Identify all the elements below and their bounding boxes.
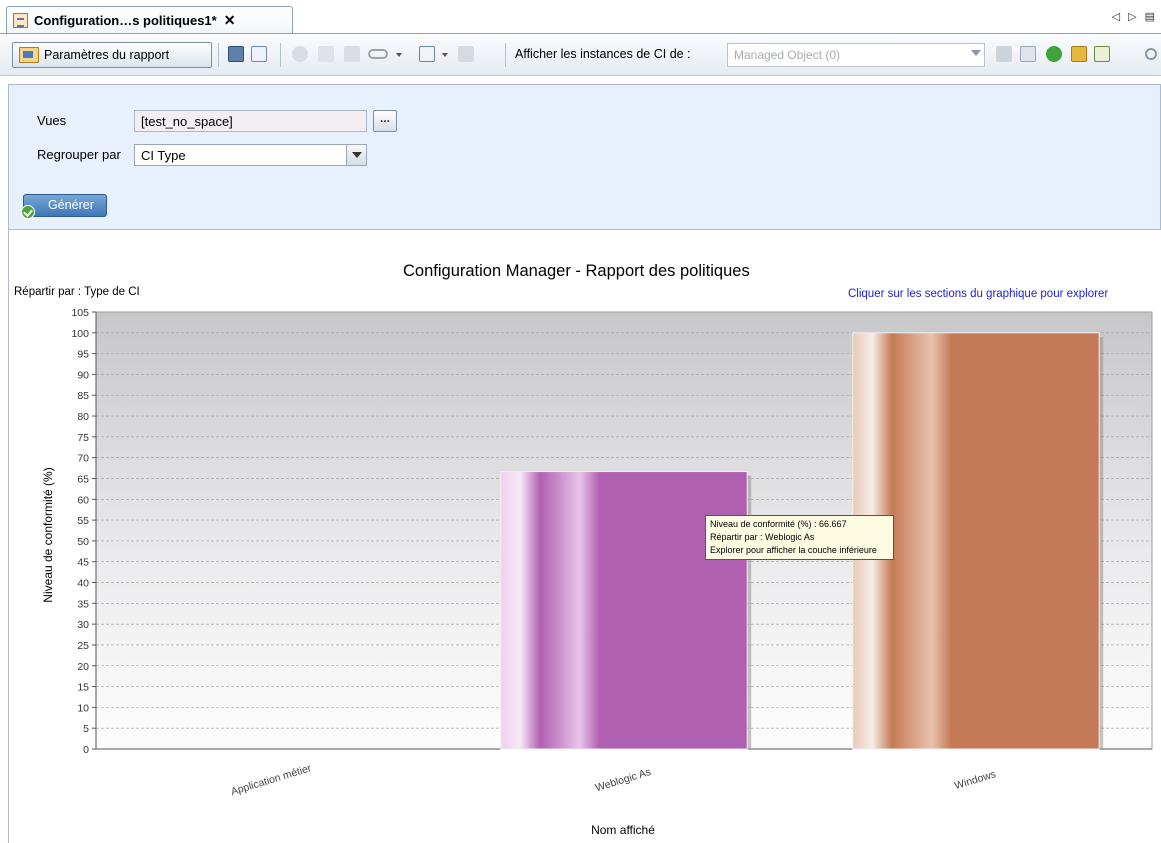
y-tick-label: 75 (77, 432, 89, 444)
tab-navigation: ◁ ▷ ▤ (1112, 10, 1155, 23)
y-tick-label: 65 (77, 473, 89, 485)
parameters-icon (19, 47, 39, 63)
group-by-label: Regrouper par (37, 147, 121, 162)
views-field[interactable]: [test_no_space] (134, 110, 367, 132)
chart-breakdown: Répartir par : Type de CI (14, 286, 140, 298)
chevron-down-icon (971, 50, 981, 56)
scroll-right-icon[interactable]: ▷ (1128, 10, 1136, 23)
instances-combo-value: Managed Object (0) (734, 48, 841, 62)
close-icon[interactable]: ✕ (224, 12, 236, 29)
sort-icon[interactable] (1094, 46, 1110, 62)
x-axis-title: Nom affiché (591, 823, 655, 837)
group-by-value: CI Type (141, 148, 186, 163)
tab-list-icon[interactable]: ▤ (1145, 10, 1155, 23)
tooltip-line-explore: Explorer pour afficher la couche inférie… (710, 545, 877, 555)
schedule-icon[interactable] (292, 46, 308, 62)
x-tick-label: Application métier (229, 762, 313, 798)
y-tick-label: 10 (77, 702, 89, 714)
x-tick-label: Weblogic As (594, 766, 653, 794)
drill-hint: Cliquer sur les sections du graphique po… (848, 288, 1109, 300)
report-parameters-label: Paramètres du rapport (44, 48, 170, 62)
link-dropdown-icon[interactable] (396, 53, 402, 57)
report-doc-icon (13, 13, 28, 28)
y-tick-label: 35 (77, 598, 89, 610)
y-tick-label: 20 (77, 661, 89, 673)
y-tick-label: 50 (77, 536, 89, 548)
generate-button[interactable]: Générer (21, 194, 107, 219)
email-icon[interactable] (318, 46, 334, 62)
toolbar-separator (505, 43, 506, 67)
report-parameters-button[interactable]: Paramètres du rapport (12, 42, 212, 68)
tab-report[interactable]: Configuration…s politiques1* ✕ (6, 6, 293, 34)
views-label: Vues (37, 113, 67, 128)
export-dropdown-icon[interactable] (442, 53, 448, 57)
y-tick-label: 15 (77, 682, 89, 694)
toolbar: Paramètres du rapport Afficher les insta… (0, 34, 1161, 76)
y-axis-title: Niveau de conformité (%) (41, 467, 55, 602)
print-icon[interactable] (344, 46, 360, 62)
y-tick-label: 45 (77, 557, 89, 569)
bar-weblogic-as (500, 471, 748, 750)
search-icon[interactable] (1145, 48, 1157, 60)
y-tick-label: 90 (77, 369, 89, 381)
check-icon (21, 205, 35, 219)
y-tick-label: 80 (77, 411, 89, 423)
report-parameters-panel: Vues [test_no_space] ... Regrouper par C… (8, 84, 1161, 230)
y-tick-label: 0 (83, 744, 89, 756)
export-icon[interactable] (419, 46, 435, 62)
tooltip-line-value: Niveau de conformité (%) : 66.667 (710, 519, 847, 529)
y-tick-label: 95 (77, 349, 89, 361)
generate-label: Générer (48, 198, 94, 212)
show-instances-label: Afficher les instances de CI de : (515, 47, 691, 61)
y-tick-label: 85 (77, 390, 89, 402)
export-report-icon[interactable] (251, 46, 267, 62)
columns-icon[interactable] (1071, 46, 1087, 62)
tab-title: Configuration…s politiques1* (34, 13, 217, 28)
x-tick-label: Windows (953, 768, 997, 792)
scroll-left-icon[interactable]: ◁ (1112, 10, 1120, 23)
clear-icon[interactable] (996, 46, 1012, 62)
link-icon[interactable] (368, 49, 388, 59)
bar-tooltip: Niveau de conformité (%) : 66.667 Répart… (705, 515, 894, 560)
tooltip-line-breakdown: Répartir par : Weblogic As (710, 532, 815, 542)
group-by-select[interactable]: CI Type (134, 144, 367, 166)
y-tick-label: 70 (77, 453, 89, 465)
compliance-bar-chart: 0 5 10 15 20 25 30 35 40 45 50 55 60 65 70 75 80 85 90 95 10… (41, 307, 1153, 837)
left-border (8, 230, 9, 843)
toolbar-separator (218, 43, 219, 67)
y-tick-label: 100 (71, 328, 89, 340)
y-tick-label: 30 (77, 619, 89, 631)
save-icon[interactable] (228, 46, 244, 62)
chevron-down-icon[interactable] (346, 145, 366, 165)
refresh-icon[interactable] (1046, 46, 1062, 62)
tab-strip: Configuration…s politiques1* ✕ ◁ ▷ ▤ (0, 0, 1161, 34)
disabled-tool-icon[interactable] (458, 46, 474, 62)
views-browse-button[interactable]: ... (373, 110, 397, 132)
chart-area: 0 5 10 15 20 25 30 35 40 45 50 55 60 65 70 75 80 85 90 95 10… (0, 230, 1161, 843)
y-tick-label: 60 (77, 494, 89, 506)
toolbar-separator (280, 43, 281, 67)
y-tick-label: 5 (83, 723, 89, 735)
y-tick-label: 40 (77, 578, 89, 590)
properties-icon[interactable] (1020, 46, 1036, 62)
instances-combo[interactable]: Managed Object (0) (727, 43, 985, 67)
y-tick-label: 25 (77, 640, 89, 652)
y-tick-label: 55 (77, 515, 89, 527)
chart-title: Configuration Manager - Rapport des poli… (403, 262, 750, 280)
y-tick-label: 105 (71, 307, 89, 319)
